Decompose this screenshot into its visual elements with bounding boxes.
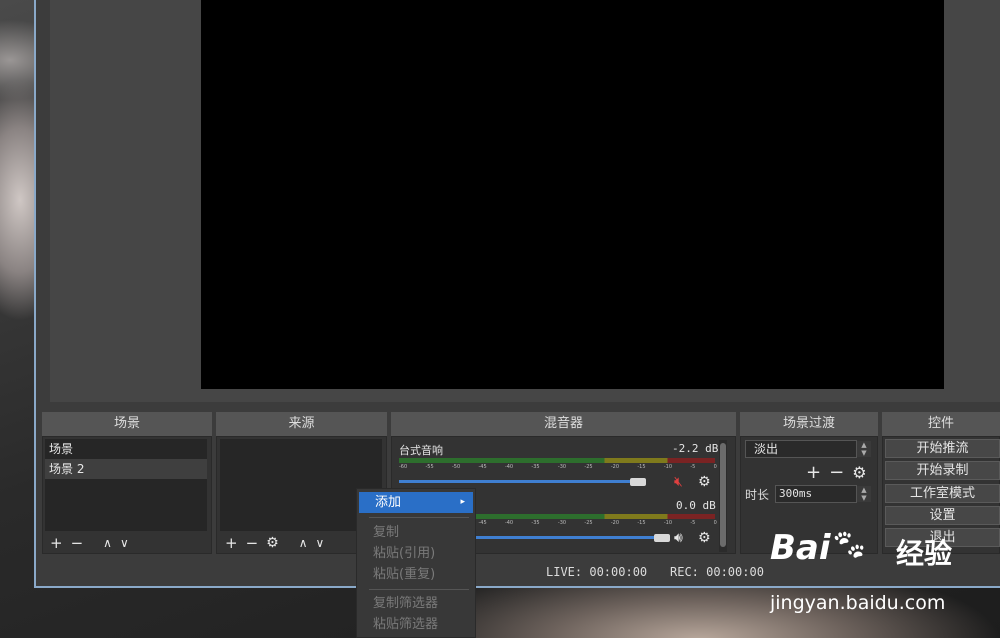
meter-tick-label: -20 xyxy=(610,464,620,470)
transition-toolbar: + − ⚙ xyxy=(806,462,867,483)
meter-tick-label: -30 xyxy=(557,464,567,470)
meter-tick-label: -55 xyxy=(425,464,434,470)
meter-tick-label: -10 xyxy=(663,520,673,526)
live-status: LIVE: 00:00:00 xyxy=(546,565,648,579)
meter-tick-label: -35 xyxy=(531,520,540,526)
controls-dock-title: 控件 xyxy=(882,412,1000,436)
menu-item-add[interactable]: 添加 ▸ xyxy=(359,492,473,513)
menu-item-copy-filters[interactable]: 复制筛选器 xyxy=(357,593,475,614)
duration-label: 时长 xyxy=(745,488,770,502)
meter-tick-label: -20 xyxy=(610,520,620,526)
scenes-toolbar: + − ∧ ∨ xyxy=(50,533,129,553)
meter-tick-label: -40 xyxy=(504,464,514,470)
volume-slider-fill[interactable] xyxy=(399,480,639,483)
start-streaming-button[interactable]: 开始推流 xyxy=(885,439,1000,458)
volume-slider-handle[interactable] xyxy=(630,478,646,486)
track-settings-gear-icon[interactable]: ⚙ xyxy=(698,474,711,490)
meter-tick-label: -25 xyxy=(584,464,593,470)
source-settings-gear-icon[interactable]: ⚙ xyxy=(266,535,279,551)
studio-mode-button[interactable]: 工作室模式 xyxy=(885,484,1000,503)
track-settings-gear-icon[interactable]: ⚙ xyxy=(698,530,711,546)
speaker-icon[interactable]: 🔊︎ xyxy=(674,530,683,546)
menu-item-label: 添加 xyxy=(375,495,402,510)
transition-dock-title: 场景过渡 xyxy=(740,412,878,436)
mixer-track-db: -2.2 dB xyxy=(672,442,719,455)
menu-item-paste-filters[interactable]: 粘贴筛选器 xyxy=(357,614,475,635)
muted-speaker-icon[interactable]: 🔇︎ xyxy=(674,474,683,490)
move-down-scene-icon[interactable]: ∨ xyxy=(120,536,129,550)
menu-separator xyxy=(369,517,469,518)
mixer-track-name: 台式音响 xyxy=(399,444,443,457)
meter-tick-label: -15 xyxy=(637,464,646,470)
watermark-url: jingyan.baidu.com xyxy=(770,592,946,614)
add-source-icon[interactable]: + xyxy=(225,534,238,552)
mixer-dock-title: 混音器 xyxy=(391,412,736,436)
add-scene-icon[interactable]: + xyxy=(50,534,63,552)
meter-tick-label: -45 xyxy=(478,520,487,526)
menu-separator xyxy=(369,589,469,590)
remove-scene-icon[interactable]: − xyxy=(71,534,84,552)
remove-transition-icon[interactable]: − xyxy=(829,462,844,483)
remove-source-icon[interactable]: − xyxy=(246,534,259,552)
baidu-paw-icon: 🐾︎ xyxy=(830,528,869,563)
move-down-source-icon[interactable]: ∨ xyxy=(316,536,325,550)
meter-tick-label: 0 xyxy=(713,520,717,526)
scenes-list[interactable]: 场景 场景 2 xyxy=(45,439,207,531)
scene-item-selected[interactable]: 场景 2 xyxy=(45,459,207,479)
mixer-track-db: 0.0 dB xyxy=(676,499,716,512)
mixer-scrollbar-thumb[interactable] xyxy=(720,443,726,547)
mixer-scrollbar[interactable] xyxy=(719,440,727,552)
meter-tick-label: -25 xyxy=(584,520,593,526)
scenes-dock-title: 场景 xyxy=(42,412,212,436)
meter-tick-label: -45 xyxy=(478,464,487,470)
start-recording-button[interactable]: 开始录制 xyxy=(885,461,1000,480)
rec-status: REC: 00:00:00 xyxy=(670,565,764,579)
preview-canvas[interactable] xyxy=(201,0,944,389)
sources-toolbar: + − ⚙ ∧ ∨ xyxy=(225,533,324,553)
meter-tick-label: -50 xyxy=(451,464,461,470)
meter-tick-label: -15 xyxy=(637,520,646,526)
baidu-watermark: Bai 🐾︎ 经验 jingyan.baidu.com xyxy=(770,528,1000,618)
context-menu: 添加 ▸ 复制 粘贴(引用) 粘贴(重复) 复制筛选器 粘贴筛选器 xyxy=(356,488,476,638)
scene-item[interactable]: 场景 xyxy=(45,439,207,459)
duration-spin-arrows-icon[interactable]: ▲ ▼ xyxy=(857,486,871,502)
volume-slider-handle[interactable] xyxy=(654,534,670,542)
transition-settings-gear-icon[interactable]: ⚙ xyxy=(852,463,866,482)
sources-dock-title: 来源 xyxy=(216,412,387,436)
transition-select-arrows-icon[interactable]: ▲ ▼ xyxy=(857,441,871,457)
watermark-brand: 经验 xyxy=(896,537,953,570)
settings-button[interactable]: 设置 xyxy=(885,506,1000,525)
meter-tick-label: -10 xyxy=(663,464,673,470)
duration-input[interactable]: 300ms xyxy=(775,485,857,503)
preview-area xyxy=(50,0,1000,402)
baidu-logo: Bai xyxy=(770,528,831,568)
menu-item-paste-reference[interactable]: 粘贴(引用) xyxy=(357,543,475,564)
meter-tick-label: -5 xyxy=(690,464,696,470)
meter-scale: -60-55-50-45-40-35-30-25-20-15-10-50 xyxy=(399,464,717,472)
add-transition-icon[interactable]: + xyxy=(806,462,821,483)
meter-tick-label: 0 xyxy=(713,464,717,470)
transition-select[interactable]: 淡出 xyxy=(745,440,857,458)
meter-tick-label: -60 xyxy=(399,464,408,470)
move-up-source-icon[interactable]: ∧ xyxy=(299,536,308,550)
meter-tick-label: -30 xyxy=(557,520,567,526)
meter-tick-label: -40 xyxy=(504,520,514,526)
menu-item-paste-duplicate[interactable]: 粘贴(重复) xyxy=(357,564,475,585)
meter-tick-label: -5 xyxy=(690,520,696,526)
move-up-scene-icon[interactable]: ∧ xyxy=(103,536,112,550)
meter-tick-label: -35 xyxy=(531,464,540,470)
submenu-arrow-icon: ▸ xyxy=(460,497,465,507)
menu-item-copy[interactable]: 复制 xyxy=(357,522,475,543)
audio-meter xyxy=(399,458,715,463)
